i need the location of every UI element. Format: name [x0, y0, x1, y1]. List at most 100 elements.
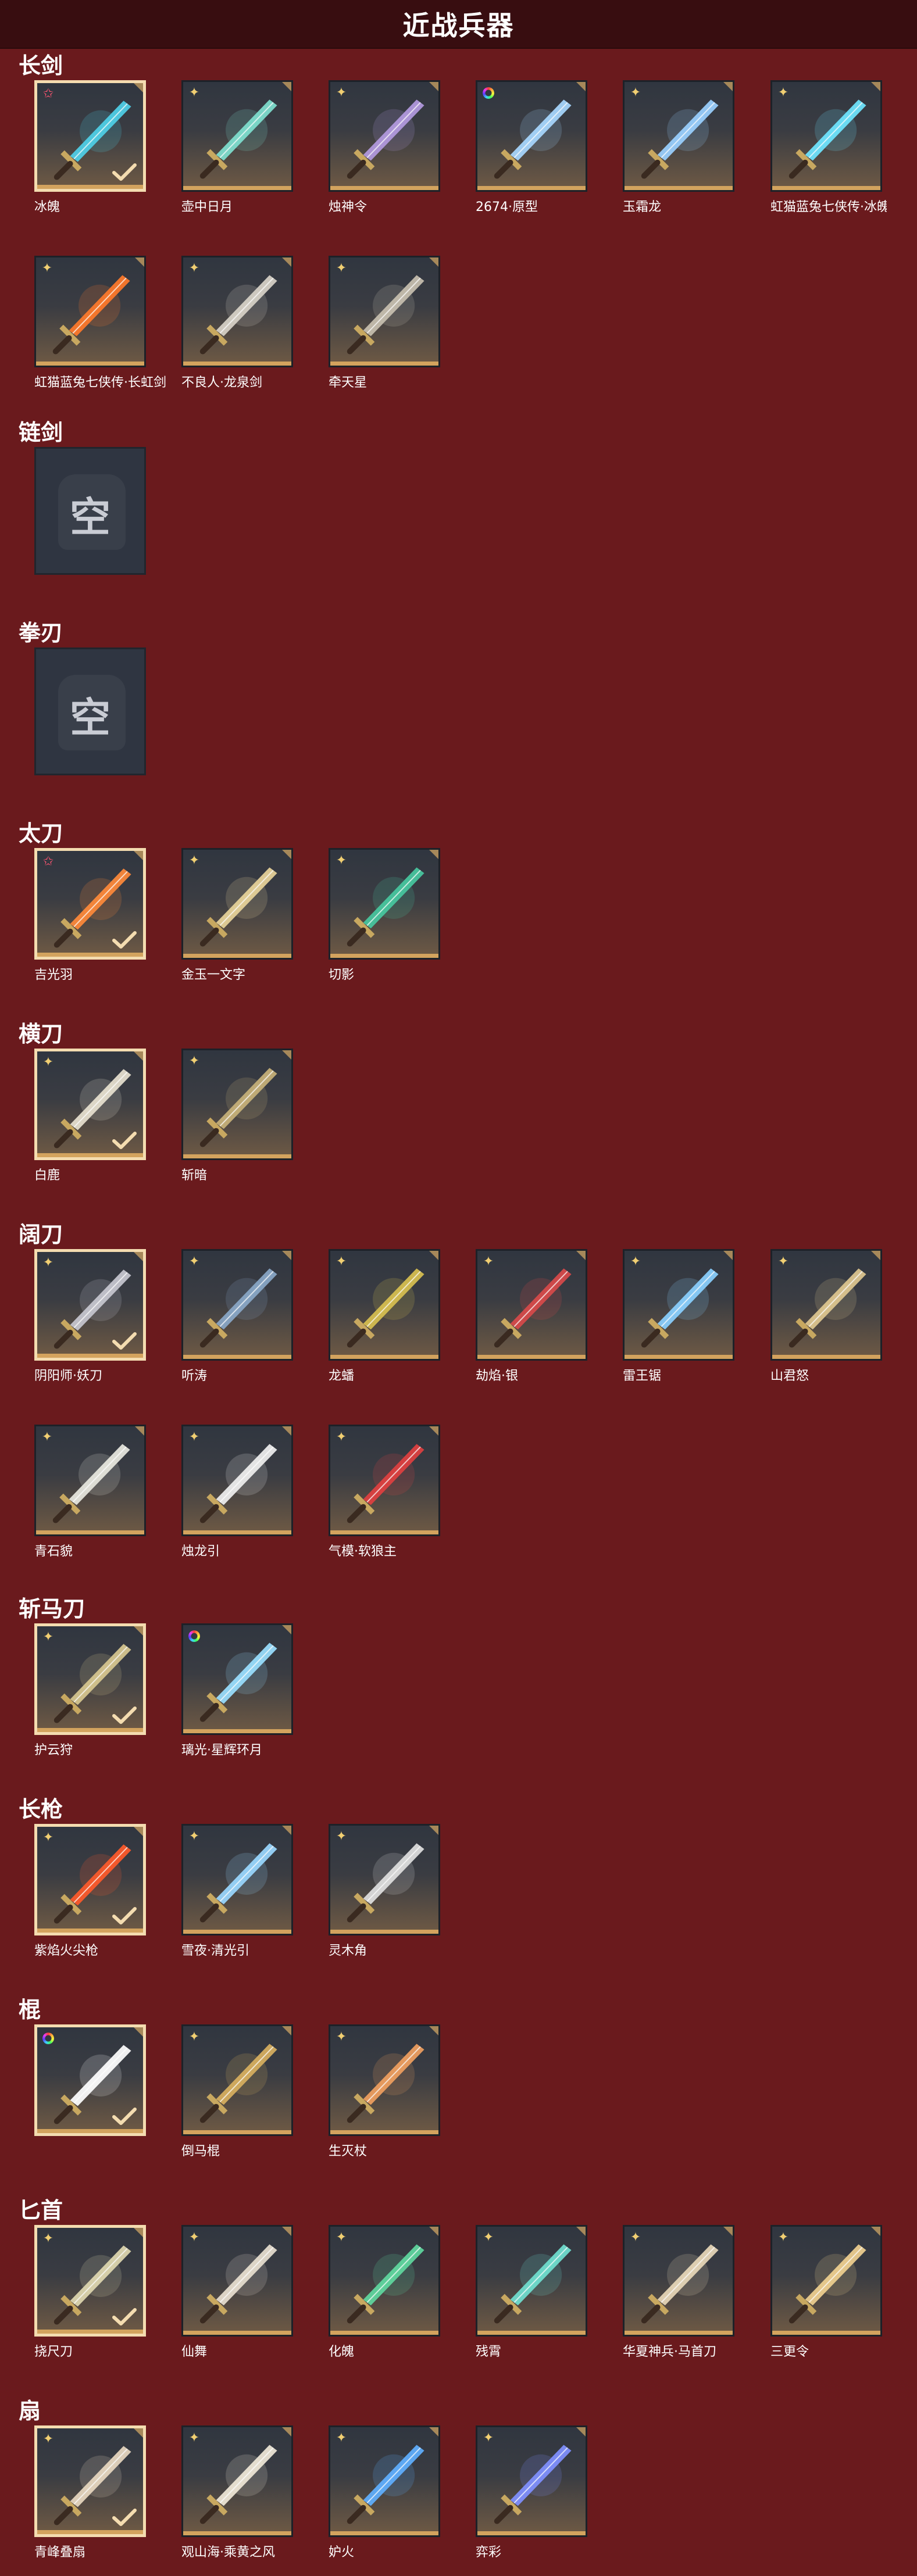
corner-mark-icon: [134, 2428, 143, 2438]
weapon-card[interactable]: [181, 1623, 293, 1735]
rarity-bar: [37, 1354, 143, 1358]
rarity-cross-icon: ✦: [42, 1255, 54, 1270]
weapon-image: [199, 2244, 277, 2324]
corner-mark-icon: [282, 1050, 291, 1060]
weapon-name: 生灭杖: [329, 2144, 367, 2159]
weapon-card[interactable]: ✦: [329, 1249, 440, 1361]
weapon-name: 残霄: [476, 2345, 502, 2359]
rarity-cross-icon: ✦: [188, 2431, 200, 2445]
weapon-card[interactable]: ✦: [476, 2425, 587, 2537]
rarity-cross-icon: ✦: [336, 1254, 347, 1269]
weapon-card[interactable]: ✦: [181, 1824, 293, 1935]
rarity-bar: [183, 1729, 291, 1733]
weapon-card[interactable]: ✦: [329, 2425, 440, 2537]
weapon-card[interactable]: [34, 2024, 146, 2136]
weapon-card[interactable]: ✦: [181, 1425, 293, 1536]
weapon-card[interactable]: ✦: [329, 1425, 440, 1536]
weapon-name: 切影: [329, 968, 355, 982]
weapon-card[interactable]: ✦: [34, 1623, 146, 1735]
weapon-card[interactable]: ✦: [181, 1249, 293, 1361]
rarity-bar: [330, 1530, 438, 1534]
weapon-image: [347, 99, 424, 179]
rarity-bar: [183, 2531, 291, 2535]
corner-mark-icon: [429, 82, 438, 91]
rarity-bar: [183, 1154, 291, 1158]
weapon-card[interactable]: ✦: [623, 1249, 734, 1361]
corner-mark-icon: [134, 2027, 143, 2037]
weapon-name: 白鹿: [34, 1168, 60, 1183]
rarity-bar: [37, 1929, 143, 1933]
empty-label: 空: [70, 694, 110, 742]
corner-mark-icon: [135, 257, 144, 267]
weapon-card[interactable]: ✦: [770, 2225, 882, 2337]
weapon-card[interactable]: ✦: [476, 1249, 587, 1361]
rarity-bar: [477, 186, 586, 190]
corner-mark-icon: [576, 2227, 586, 2236]
rarity-bar: [37, 2129, 143, 2133]
weapon-card[interactable]: ✦: [623, 80, 734, 192]
section-title: 匕首: [19, 2198, 63, 2223]
weapon-card[interactable]: ✦: [329, 2225, 440, 2337]
weapon-name: 不良人·龙泉剑: [181, 375, 262, 390]
corner-mark-icon: [134, 83, 143, 92]
corner-mark-icon: [871, 2227, 880, 2236]
weapon-card[interactable]: ✦: [34, 1425, 146, 1536]
rarity-cross-icon: ✦: [630, 1254, 641, 1269]
rarity-bar: [183, 2130, 291, 2134]
weapon-card[interactable]: ✦: [34, 2225, 146, 2337]
weapon-card[interactable]: [476, 80, 587, 192]
corner-mark-icon: [871, 82, 880, 91]
weapon-name: 青峰叠扇: [34, 2545, 86, 2560]
weapon-image: [788, 99, 866, 179]
empty-label: 空: [70, 493, 110, 541]
corner-mark-icon: [134, 851, 143, 860]
section-title: 链剑: [19, 420, 63, 445]
weapon-card[interactable]: ✦: [34, 2425, 146, 2537]
weapon-card[interactable]: ✦: [329, 1824, 440, 1935]
corner-mark-icon: [429, 2427, 438, 2437]
weapon-card[interactable]: ✦: [34, 1049, 146, 1160]
rarity-cross-icon: ✦: [42, 2231, 54, 2246]
rarity-cross-icon: ✦: [336, 2230, 347, 2245]
rainbow-ring-icon: [481, 85, 496, 101]
weapon-card[interactable]: ✦: [181, 848, 293, 960]
rarity-cross-icon: ✦: [777, 1254, 789, 1269]
equipped-check-icon: [112, 1706, 137, 1724]
rarity-bar: [330, 1355, 438, 1359]
corner-mark-icon: [135, 1426, 144, 1436]
page-header: 近战兵器: [0, 0, 917, 49]
weapon-card[interactable]: ✦: [181, 2024, 293, 2136]
corner-mark-icon: [723, 82, 733, 91]
corner-mark-icon: [429, 2026, 438, 2035]
weapon-card[interactable]: ✦: [329, 256, 440, 367]
weapon-name: 2674·原型: [476, 200, 538, 214]
rarity-bar: [625, 186, 733, 190]
weapon-card[interactable]: ✦: [770, 1249, 882, 1361]
weapon-card[interactable]: ✦: [181, 80, 293, 192]
weapon-card[interactable]: ✩: [34, 80, 146, 192]
weapon-image: [641, 99, 719, 179]
weapon-card[interactable]: ✦: [329, 80, 440, 192]
weapon-image: [641, 2244, 719, 2324]
weapon-card[interactable]: ✦: [181, 2225, 293, 2337]
weapon-card[interactable]: ✦: [34, 1824, 146, 1935]
weapon-name: 紫焰火尖枪: [34, 1944, 99, 1958]
weapon-card[interactable]: ✦: [181, 256, 293, 367]
section-title: 拳刃: [19, 620, 63, 646]
weapon-card[interactable]: ✦: [623, 2225, 734, 2337]
weapon-image: [347, 275, 424, 355]
weapon-card[interactable]: ✦: [770, 80, 882, 192]
rarity-cross-icon: ✦: [630, 2230, 641, 2245]
weapon-card[interactable]: ✦: [34, 1249, 146, 1361]
weapon-card[interactable]: ✦: [329, 2024, 440, 2136]
weapon-card[interactable]: ✦: [181, 2425, 293, 2537]
weapon-image: [52, 275, 130, 355]
weapon-card[interactable]: ✦: [476, 2225, 587, 2337]
equipped-check-icon: [112, 1132, 137, 1149]
rarity-bar: [625, 1355, 733, 1359]
weapon-card[interactable]: ✦: [34, 256, 146, 367]
weapon-card[interactable]: ✩: [34, 848, 146, 960]
weapon-name: 三更令: [770, 2345, 809, 2359]
weapon-card[interactable]: ✦: [329, 848, 440, 960]
weapon-card[interactable]: ✦: [181, 1049, 293, 1160]
